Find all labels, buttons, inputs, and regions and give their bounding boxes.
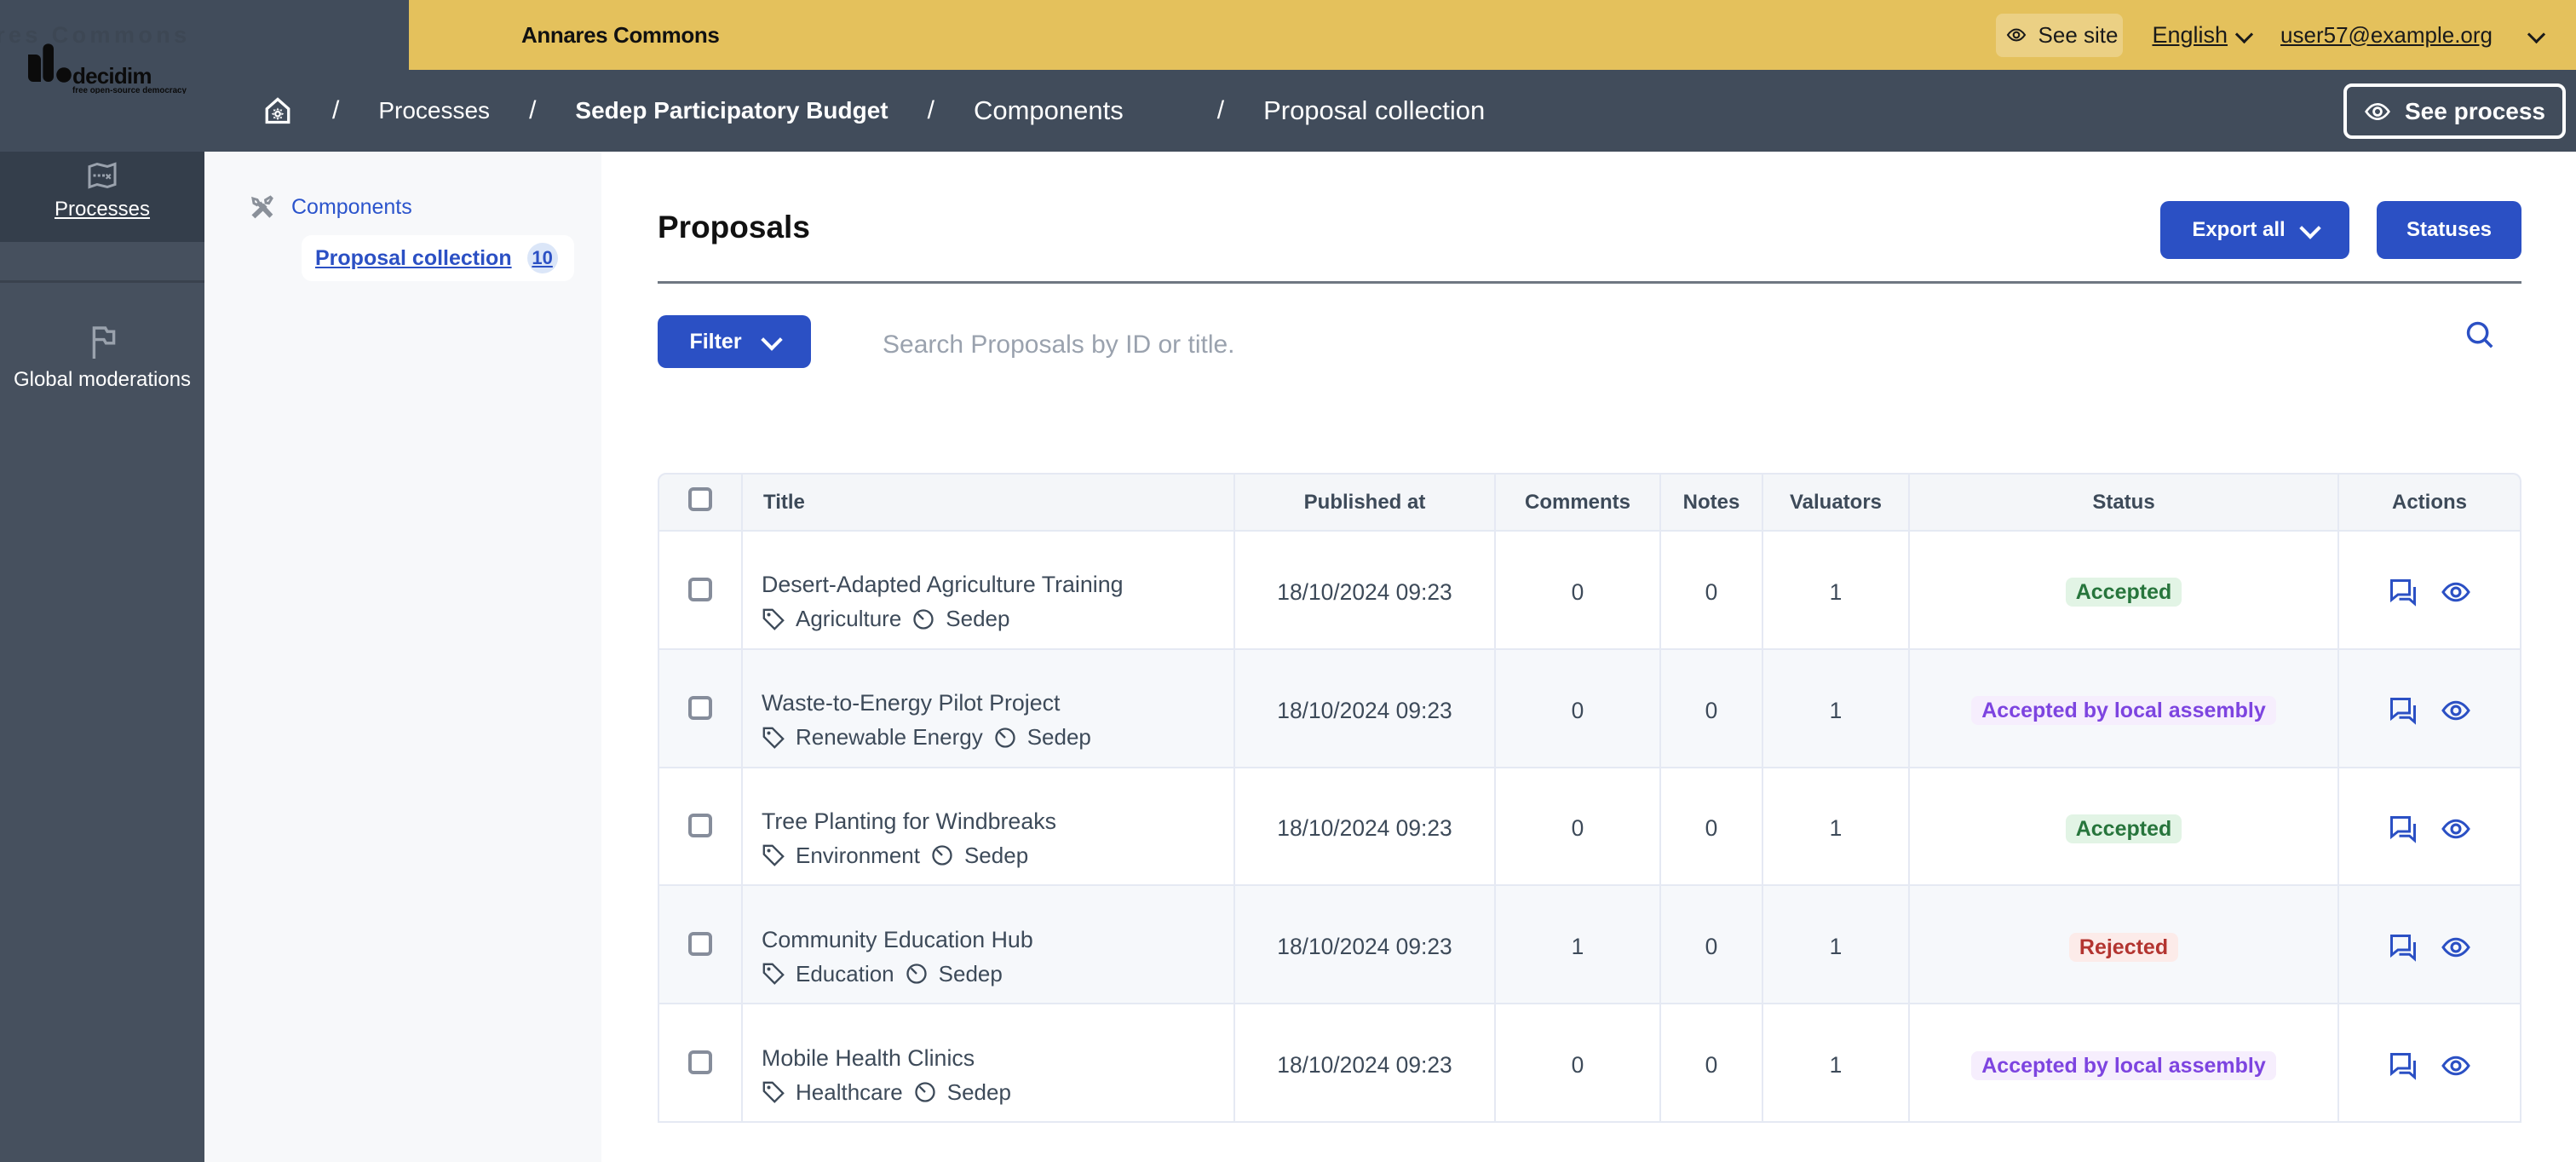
svg-text:free open-source democracy: free open-source democracy: [72, 86, 187, 94]
svg-text:decidim: decidim: [72, 63, 152, 89]
